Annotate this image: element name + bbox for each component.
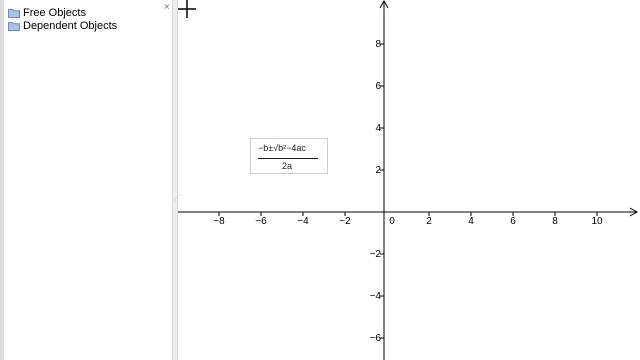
y-tick-label: −6 <box>370 333 382 344</box>
x-tick-label: −4 <box>297 216 309 227</box>
tree-item-label: Dependent Objects <box>23 19 118 32</box>
x-tick-label: −6 <box>255 216 267 227</box>
close-view-button[interactable]: × <box>164 3 170 13</box>
formula-numerator: −b±√b²−4ac <box>258 143 306 153</box>
x-tick-marks <box>218 212 598 216</box>
x-tick-label: 10 <box>591 216 603 227</box>
x-tick-label: 2 <box>426 216 432 227</box>
x-tick-label: 4 <box>468 216 474 227</box>
x-tick-label: 0 <box>389 216 395 227</box>
y-tick-label: −2 <box>370 249 382 260</box>
y-tick-label: 8 <box>375 39 381 50</box>
tree-item-free-objects[interactable]: Free Objects <box>8 6 86 19</box>
crosshair-cursor-icon <box>178 0 196 18</box>
y-tick-label: −4 <box>370 291 382 302</box>
x-tick-label: 6 <box>510 216 516 227</box>
y-tick-label: 2 <box>375 165 381 176</box>
coordinate-plane[interactable]: −8 −6 −4 −2 0 2 4 6 8 10 8 6 4 2 −2 −4 −… <box>178 0 640 360</box>
folder-icon <box>8 8 20 18</box>
tree-item-dependent-objects[interactable]: Dependent Objects <box>8 19 117 32</box>
formula-text-object[interactable]: −b±√b²−4ac 2a <box>250 138 328 174</box>
y-tick-label: 6 <box>375 81 381 92</box>
graphics-view[interactable]: −8 −6 −4 −2 0 2 4 6 8 10 8 6 4 2 −2 −4 −… <box>178 0 640 360</box>
algebra-view: Free Objects Dependent Objects × <box>4 0 172 360</box>
x-tick-label: 8 <box>552 216 558 227</box>
tree-item-label: Free Objects <box>23 6 86 19</box>
x-tick-label: −2 <box>339 216 351 227</box>
formula-denominator: 2a <box>282 161 293 171</box>
fraction-bar <box>258 158 318 159</box>
y-tick-label: 4 <box>375 123 381 134</box>
folder-icon <box>8 21 20 31</box>
x-tick-label: −8 <box>213 216 225 227</box>
